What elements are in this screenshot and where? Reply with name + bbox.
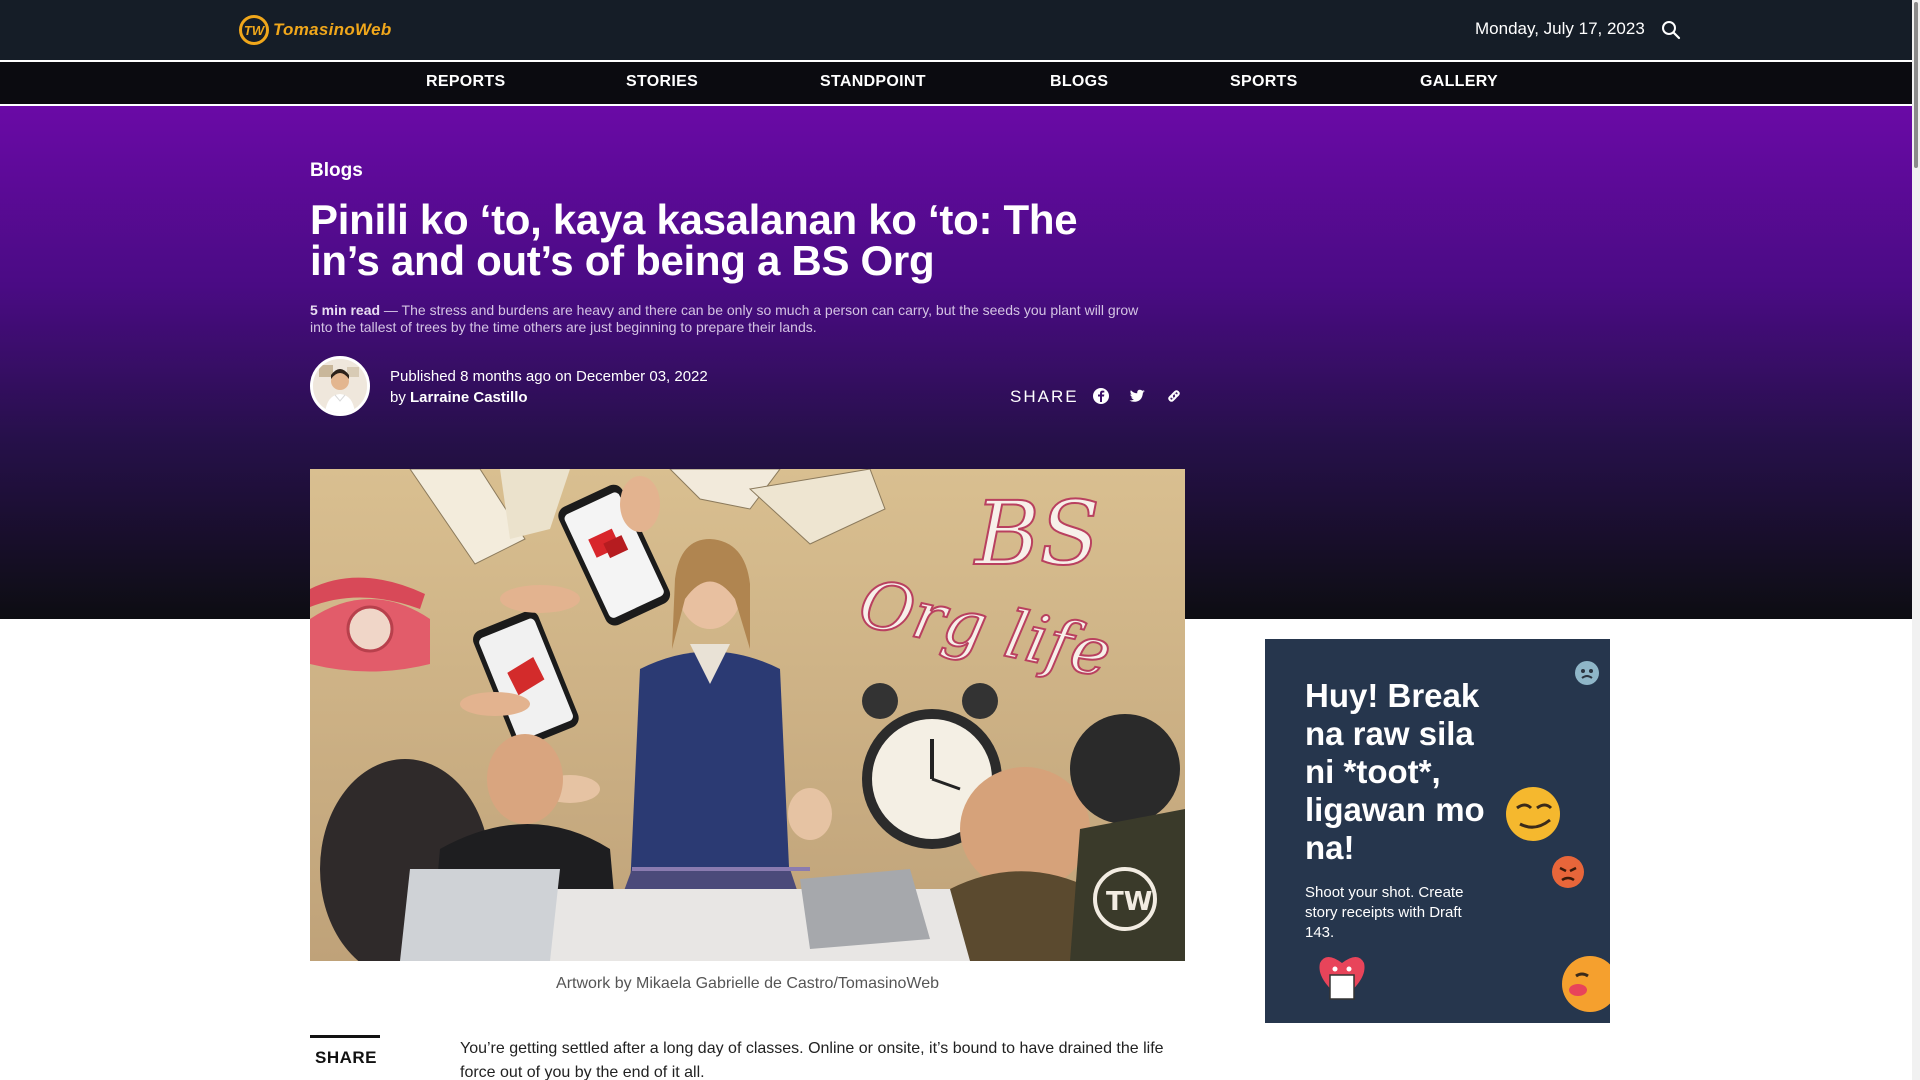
share-label: SHARE — [1010, 387, 1079, 406]
twitter-icon[interactable] — [1127, 386, 1147, 406]
published-prefix: Published — [390, 368, 461, 385]
search-icon[interactable] — [1660, 19, 1682, 41]
by-prefix: by — [390, 389, 411, 406]
facebook-icon[interactable] — [1091, 386, 1111, 406]
published-date: on December 03, 2022 — [550, 368, 708, 385]
nav-item-blogs[interactable]: BLOGS — [1050, 73, 1108, 91]
ad-banner[interactable]: Huy! Break na raw sila ni *toot*, ligawa… — [1265, 639, 1610, 1023]
share-bottom-label: SHARE — [315, 1048, 378, 1067]
summary-text: — The stress and burdens are heavy and t… — [310, 302, 1139, 335]
site-logo[interactable]: TW TomasinoWeb — [239, 15, 392, 45]
author-avatar[interactable] — [310, 356, 370, 416]
logo-text: TomasinoWeb — [273, 20, 392, 39]
heart-mascot-icon — [1319, 957, 1365, 1000]
author-line: by Larraine Castillo — [390, 389, 528, 406]
current-date: Monday, July 17, 2023 — [1475, 19, 1645, 38]
published-ago: 8 months ago — [460, 368, 551, 385]
article-category[interactable]: Blogs — [310, 160, 363, 182]
nav-item-reports[interactable]: REPORTS — [426, 73, 505, 91]
crying-emoji-icon — [1575, 661, 1599, 685]
ad-headline: Huy! Break na raw sila ni *toot*, ligawa… — [1305, 677, 1485, 866]
read-time: 5 min read — [310, 302, 381, 318]
watermark-text: TW — [1106, 887, 1152, 917]
nav-item-standpoint[interactable]: STANDPOINT — [820, 73, 926, 91]
share-divider — [310, 1035, 380, 1038]
published-info: Published 8 months ago on December 03, 2… — [390, 368, 708, 385]
logo-mark: TW — [239, 15, 269, 45]
nav-item-sports[interactable]: SPORTS — [1230, 73, 1298, 91]
scrollbar-thumb[interactable] — [1914, 2, 1918, 168]
blushing-emoji-icon — [1562, 956, 1610, 1012]
nav-item-gallery[interactable]: GALLERY — [1420, 73, 1498, 91]
article-summary: 5 min read — The stress and burdens are … — [310, 302, 1160, 336]
image-title-bs: BS — [973, 482, 1100, 585]
main-nav: REPORTS STORIES STANDPOINT BLOGS SPORTS … — [0, 60, 1920, 106]
article-title: Pinili ko ‘to, kaya kasalanan ko ‘to: Th… — [310, 196, 1078, 284]
nav-item-stories[interactable]: STORIES — [626, 73, 698, 91]
image-caption: Artwork by Mikaela Gabrielle de Castro/T… — [556, 975, 939, 992]
article-body-paragraph: You’re getting settled after a long day … — [460, 1040, 1164, 1080]
page: TW TomasinoWeb Monday, July 17, 2023 REP… — [0, 0, 1920, 1080]
smirk-emoji-icon — [1506, 787, 1560, 841]
author-name[interactable]: Larraine Castillo — [410, 389, 528, 406]
feature-image: BS Org life TW — [310, 469, 1185, 961]
ad-subtext: Shoot your shot. Create story receipts w… — [1305, 884, 1464, 941]
angry-emoji-icon — [1552, 856, 1584, 888]
link-icon[interactable] — [1164, 386, 1184, 406]
top-bar: TW TomasinoWeb Monday, July 17, 2023 — [0, 0, 1920, 60]
